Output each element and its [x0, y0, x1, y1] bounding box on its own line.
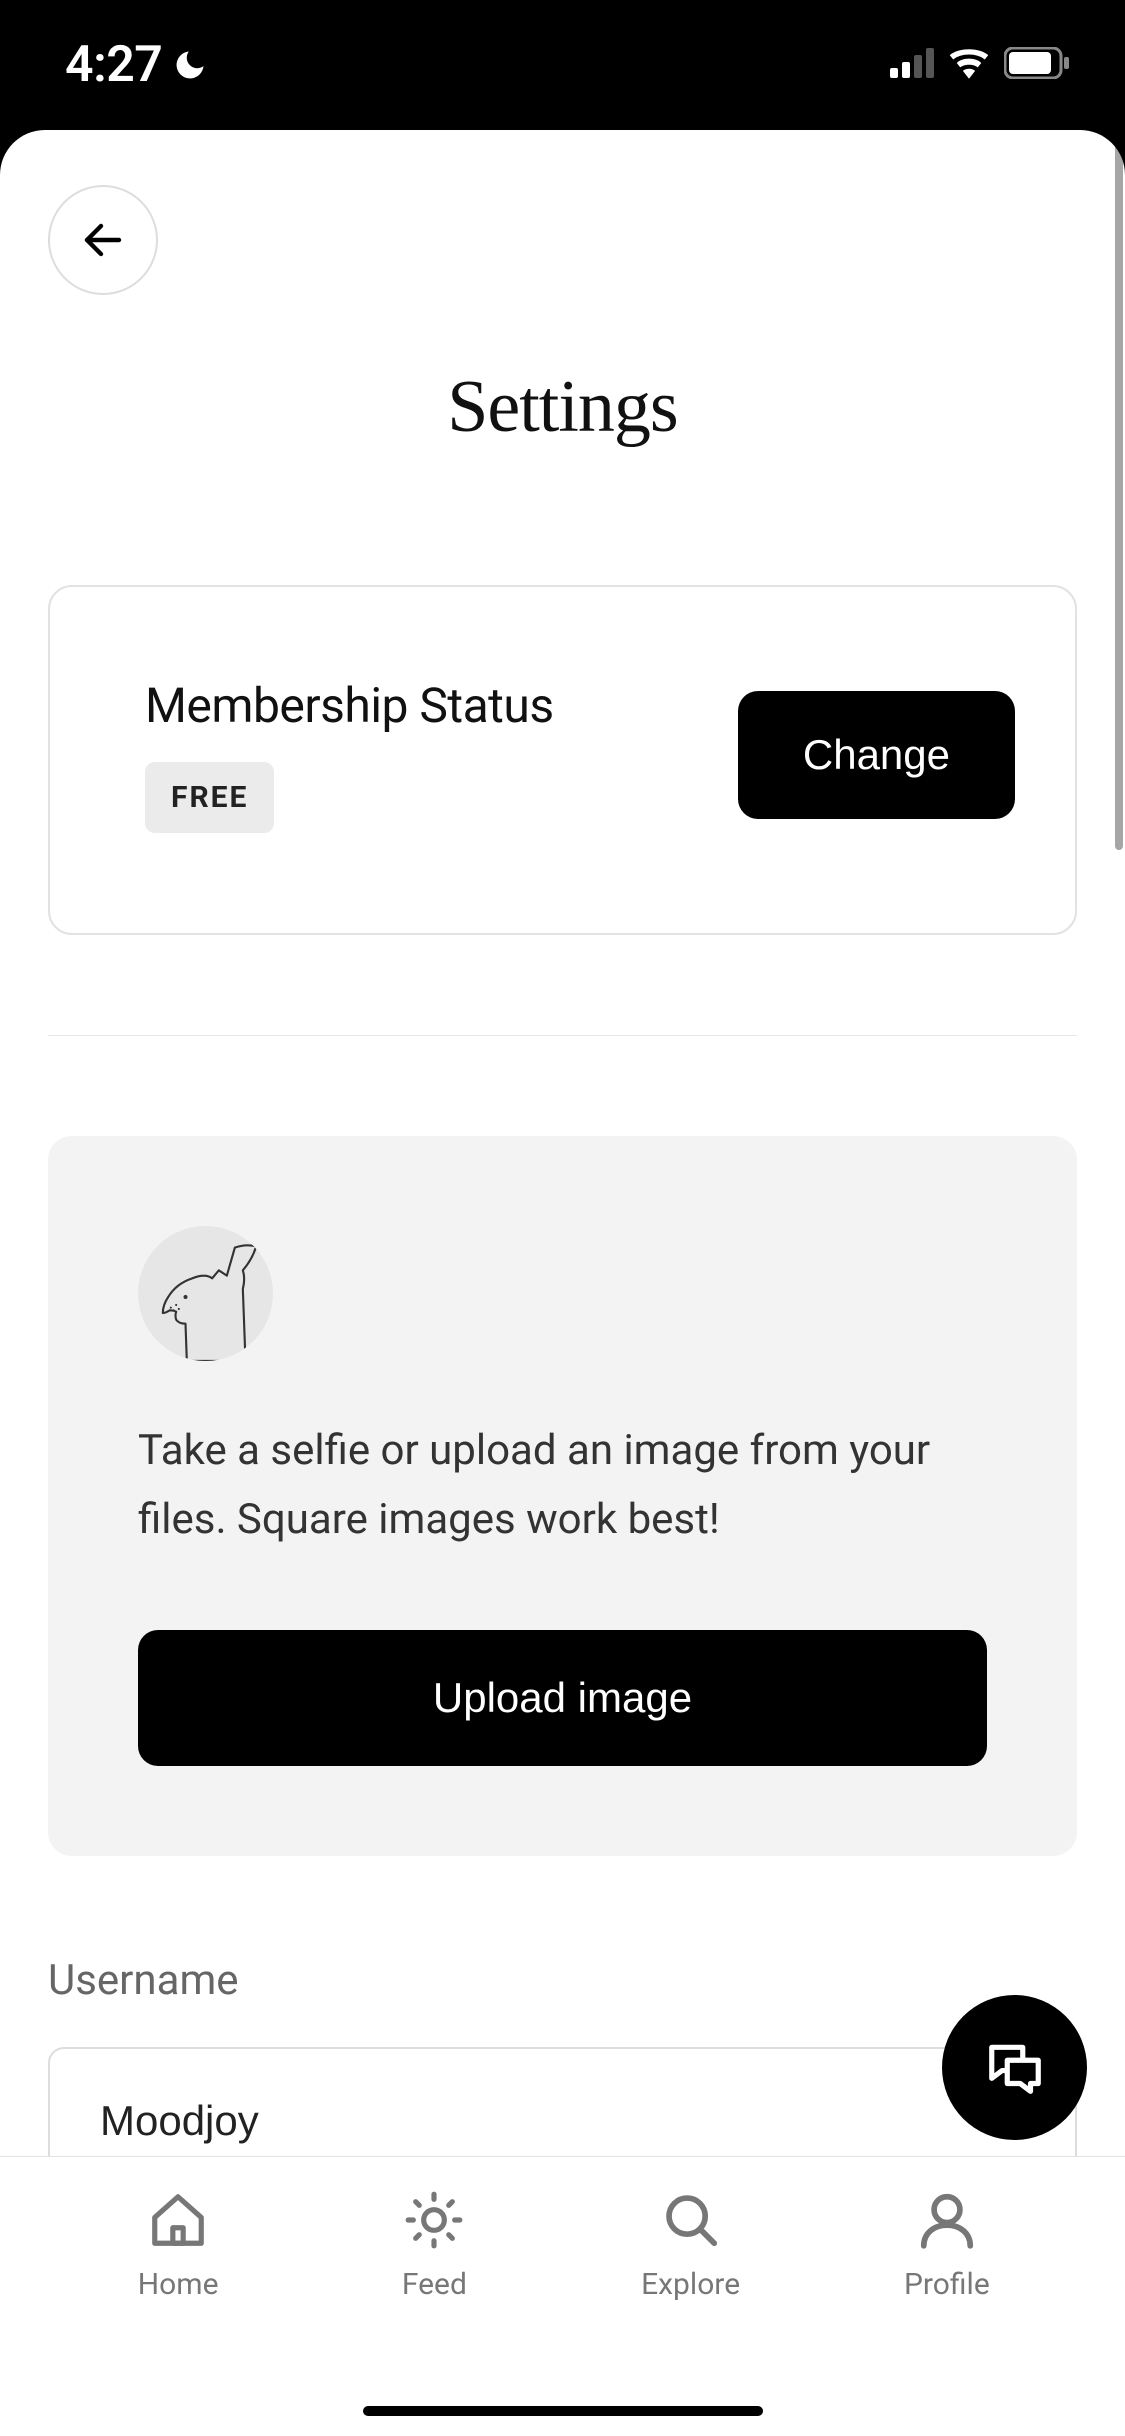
status-bar: 4:27	[0, 0, 1125, 130]
tab-feed[interactable]: Feed	[306, 2189, 562, 2436]
tab-explore[interactable]: Explore	[563, 2189, 819, 2436]
membership-card: Membership Status FREE Change	[48, 585, 1077, 935]
chat-fab[interactable]	[942, 1995, 1087, 2140]
search-icon	[660, 2189, 722, 2251]
status-time: 4:27	[65, 36, 162, 94]
tab-label: Home	[138, 2267, 219, 2302]
membership-title: Membership Status	[145, 677, 554, 734]
username-label: Username	[48, 1956, 1077, 2005]
home-indicator[interactable]	[363, 2406, 763, 2416]
user-icon	[916, 2189, 978, 2251]
tab-label: Feed	[402, 2267, 467, 2302]
tab-profile[interactable]: Profile	[819, 2189, 1075, 2436]
home-icon	[147, 2189, 209, 2251]
moon-icon	[172, 47, 208, 83]
status-left: 4:27	[65, 36, 208, 94]
membership-badge: FREE	[145, 762, 274, 833]
wifi-icon	[948, 47, 990, 83]
arrow-left-icon	[79, 216, 127, 264]
membership-info: Membership Status FREE	[145, 677, 554, 833]
avatar-placeholder	[138, 1226, 273, 1361]
app-viewport: Settings Membership Status FREE Change	[0, 130, 1125, 2436]
divider	[48, 1035, 1077, 1036]
tab-label: Profile	[904, 2267, 990, 2302]
tab-bar: Home Feed Explore Profile	[0, 2156, 1125, 2436]
tab-home[interactable]: Home	[50, 2189, 306, 2436]
dog-avatar-icon	[138, 1241, 273, 1361]
battery-icon	[1004, 47, 1070, 83]
sun-icon	[403, 2189, 465, 2251]
upload-card: Take a selfie or upload an image from yo…	[48, 1136, 1077, 1856]
chat-icon	[984, 2037, 1046, 2099]
upload-image-button[interactable]: Upload image	[138, 1630, 987, 1766]
change-membership-button[interactable]: Change	[738, 691, 1015, 819]
upload-description: Take a selfie or upload an image from yo…	[138, 1416, 987, 1555]
status-right	[890, 47, 1070, 83]
back-button[interactable]	[48, 185, 158, 295]
tab-label: Explore	[641, 2267, 740, 2302]
page-title: Settings	[48, 365, 1077, 450]
cellular-signal-icon	[890, 48, 934, 82]
